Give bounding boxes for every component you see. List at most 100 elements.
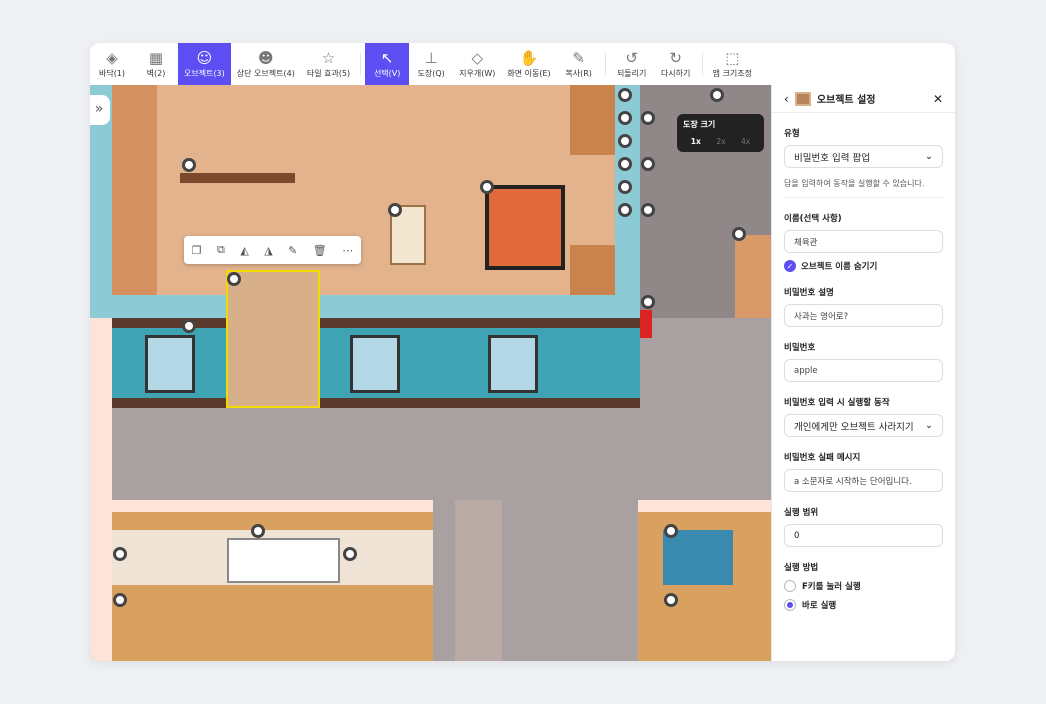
window [350, 335, 400, 393]
map-canvas[interactable]: » ❐ ⧉ ◭ ◮ ✎ 🗑 ⋯ 도장 크기 1x 2x 4x [90, 85, 771, 661]
edit-icon[interactable]: ✎ [288, 244, 297, 257]
window [488, 335, 538, 393]
tool-eraser[interactable]: ◇ 지우개(W) [453, 43, 501, 85]
gear-icon[interactable] [113, 547, 127, 561]
tool-pan[interactable]: ✋ 화면 이동(E) [501, 43, 556, 85]
tool-top-object[interactable]: ☻ 상단 오브젝트(4) [231, 43, 301, 85]
chevron-down-icon: ⌄ [925, 420, 933, 431]
object-settings-panel: ‹ 오브젝트 설정 ✕ 유형 비밀번호 입력 팝업 ⌄ 답을 입력하여 동작을 실… [771, 85, 955, 661]
gear-icon[interactable] [182, 158, 196, 172]
whiteboard [227, 538, 340, 583]
fire-extinguisher [640, 310, 652, 338]
resize-icon: ⬚ [725, 48, 740, 67]
tile-effect-icon: ☆ [321, 48, 336, 67]
fail-message-label: 비밀번호 실패 메시지 [784, 453, 861, 463]
type-hint: 답을 입력하여 동작을 실행할 수 있습니다. [784, 178, 943, 198]
gear-icon[interactable] [480, 180, 494, 194]
tool-undo[interactable]: ↺ 되돌리기 [610, 43, 654, 85]
chevron-down-icon: ⌄ [925, 151, 933, 162]
gear-icon[interactable] [618, 157, 632, 171]
gear-icon[interactable] [641, 111, 655, 125]
tool-resize-map[interactable]: ⬚ 맵 크기조정 [707, 43, 758, 85]
close-icon[interactable]: ✕ [933, 92, 943, 106]
building [735, 235, 771, 318]
door-thumbnail-icon [794, 91, 811, 106]
bench [180, 173, 295, 183]
flip-horizontal-icon[interactable]: ◭ [240, 244, 248, 257]
undo-icon: ↺ [625, 48, 638, 67]
stamp-size-2x[interactable]: 2x [716, 137, 725, 146]
ball-cage [485, 185, 565, 270]
range-label: 실행 범위 [784, 508, 819, 518]
password-description-label: 비밀번호 설명 [784, 288, 834, 298]
gear-icon[interactable] [618, 134, 632, 148]
trash-icon[interactable]: 🗑 [313, 244, 327, 257]
hide-name-checkbox[interactable]: ✓ 오브젝트 이름 숨기기 [784, 260, 943, 272]
gear-icon[interactable] [641, 203, 655, 217]
gear-icon[interactable] [641, 157, 655, 171]
gear-icon[interactable] [664, 593, 678, 607]
more-icon[interactable]: ⋯ [342, 244, 353, 257]
map-editor-window: ◈ 바닥(1) ▦ 벽(2) ☺ 오브젝트(3) ☻ 상단 오브젝트(4) ☆ 타일 효과… [90, 43, 955, 661]
tool-select[interactable]: ↖ 선택(V) [365, 43, 410, 85]
gear-icon[interactable] [113, 593, 127, 607]
top-object-icon: ☻ [257, 48, 274, 67]
gear-icon[interactable] [618, 88, 632, 102]
gear-icon[interactable] [618, 180, 632, 194]
radio-circle [784, 580, 796, 592]
eyedropper-icon: ✎ [572, 48, 585, 67]
bulletin-board [663, 530, 733, 585]
type-label: 유형 [784, 129, 800, 139]
selected-door-object[interactable] [226, 270, 320, 408]
tool-copy[interactable]: ✎ 복사(R) [557, 43, 601, 85]
stamp-size-1x[interactable]: 1x [691, 137, 701, 146]
password-description-input[interactable]: 사과는 영어로? [784, 304, 943, 327]
gear-icon[interactable] [251, 524, 265, 538]
stamp-size-4x[interactable]: 4x [741, 137, 750, 146]
tool-wall[interactable]: ▦ 벽(2) [134, 43, 178, 85]
gear-icon[interactable] [618, 111, 632, 125]
back-icon[interactable]: ‹ [784, 92, 789, 106]
password-input[interactable]: apple [784, 359, 943, 382]
hand-icon: ✋ [519, 48, 539, 67]
action-label: 비밀번호 입력 시 실행할 동작 [784, 398, 890, 408]
divider [360, 53, 362, 75]
fail-message-input[interactable]: a 소문자로 시작하는 단어입니다. [784, 469, 943, 492]
gear-icon[interactable] [732, 227, 746, 241]
tool-stamp[interactable]: ⊥ 도장(Q) [409, 43, 453, 85]
gear-icon[interactable] [664, 524, 678, 538]
object-floating-toolbar: ❐ ⧉ ◭ ◮ ✎ 🗑 ⋯ [184, 236, 361, 264]
tool-tile-effect[interactable]: ☆ 타일 효과(5) [301, 43, 356, 85]
tool-object[interactable]: ☺ 오브젝트(3) [178, 43, 231, 85]
tool-redo[interactable]: ↻ 다시하기 [654, 43, 698, 85]
gear-icon[interactable] [710, 88, 724, 102]
radio-circle [784, 599, 796, 611]
divider [701, 53, 703, 75]
method-radio-immediate[interactable]: 바로 실행 [784, 599, 943, 611]
eraser-icon: ◇ [471, 48, 484, 67]
send-backward-icon[interactable]: ⧉ [217, 243, 225, 257]
corridor-center [502, 500, 594, 661]
expand-sidebar-button[interactable]: » [90, 95, 110, 125]
layers-icon: ◈ [106, 48, 118, 67]
panel-title: 오브젝트 설정 [816, 95, 876, 106]
gear-icon[interactable] [618, 203, 632, 217]
gear-icon[interactable] [227, 272, 241, 286]
shelf [570, 85, 615, 155]
gear-icon[interactable] [388, 203, 402, 217]
gear-icon[interactable] [343, 547, 357, 561]
cursor-icon: ↖ [380, 48, 394, 67]
method-radio-f-key[interactable]: F키를 눌러 실행 [784, 580, 943, 592]
gear-icon[interactable] [641, 295, 655, 309]
bring-forward-icon[interactable]: ❐ [192, 244, 202, 257]
type-select[interactable]: 비밀번호 입력 팝업 ⌄ [784, 145, 943, 168]
divider [604, 53, 606, 75]
method-label: 실행 방법 [784, 563, 819, 573]
tool-floor[interactable]: ◈ 바닥(1) [90, 43, 134, 85]
object-icon: ☺ [196, 48, 213, 67]
name-input[interactable]: 체육관 [784, 230, 943, 253]
gear-icon[interactable] [182, 319, 196, 333]
action-select[interactable]: 개인에게만 오브젝트 사라지기 ⌄ [784, 414, 943, 437]
range-input[interactable]: 0 [784, 524, 943, 547]
flip-vertical-icon[interactable]: ◮ [264, 244, 272, 257]
